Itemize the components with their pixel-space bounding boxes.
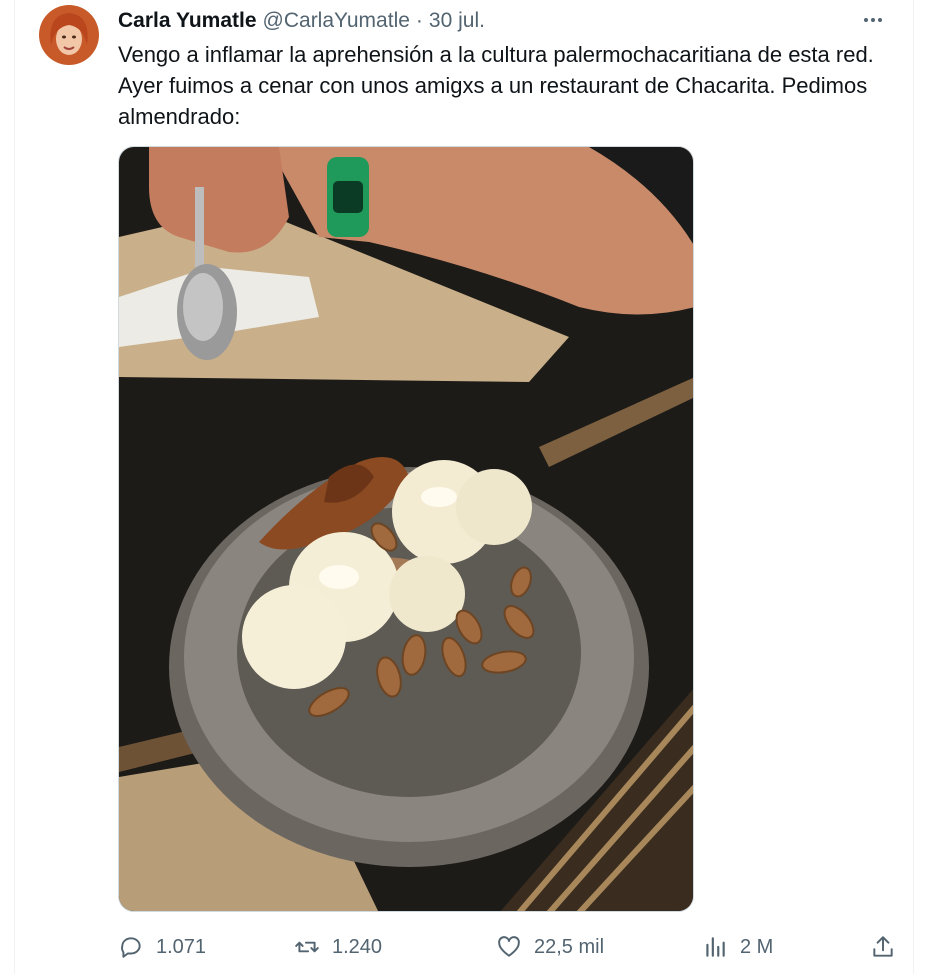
- tweet-photo[interactable]: [118, 146, 694, 912]
- share-button[interactable]: [870, 930, 896, 964]
- more-horizontal-icon: [864, 18, 882, 22]
- views-button[interactable]: 2 M: [702, 930, 773, 964]
- more-options-button[interactable]: [861, 8, 885, 32]
- tweet-card: Carla Yumatle @CarlaYumatle · 30 jul. Ve…: [14, 0, 914, 974]
- heart-icon: [498, 936, 520, 957]
- avatar[interactable]: [39, 5, 99, 65]
- reply-count: 1.071: [156, 935, 207, 958]
- reply-button[interactable]: 1.071: [118, 930, 206, 964]
- retweet-button[interactable]: 1.240: [294, 930, 382, 964]
- views-count: 2 M: [740, 935, 774, 958]
- retweet-count: 1.240: [332, 935, 383, 958]
- like-button[interactable]: 22,5 mil: [496, 930, 604, 964]
- retweet-icon: [295, 941, 319, 953]
- views-icon: [706, 937, 725, 957]
- tweet-date[interactable]: 30 jul.: [429, 9, 485, 33]
- like-count: 22,5 mil: [534, 935, 605, 958]
- separator-dot: ·: [415, 9, 423, 32]
- author-name[interactable]: Carla Yumatle: [118, 9, 257, 33]
- tweet-text: Vengo a inflamar la aprehensión a la cul…: [118, 42, 874, 129]
- tweet-actions: 1.071 1.240 22,5 mil 2 M: [118, 930, 893, 964]
- tweet-header: Carla Yumatle @CarlaYumatle · 30 jul.: [118, 8, 485, 34]
- author-handle[interactable]: @CarlaYumatle: [263, 9, 410, 33]
- share-icon: [873, 936, 893, 957]
- reply-icon: [121, 937, 141, 958]
